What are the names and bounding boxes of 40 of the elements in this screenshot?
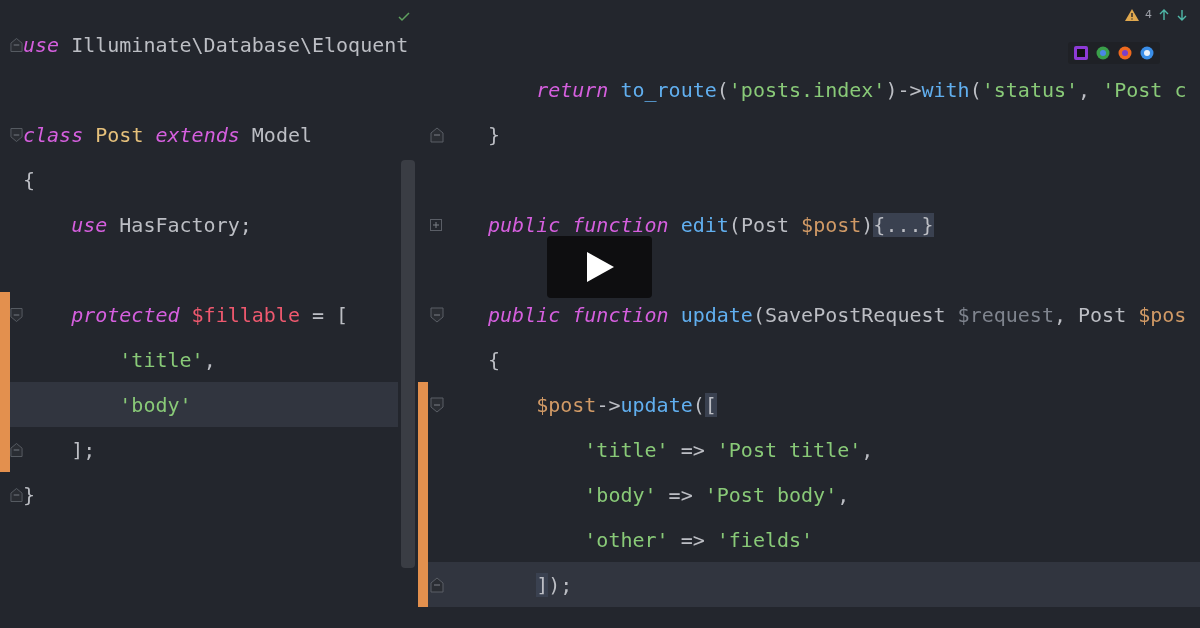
code-line: 'title' => 'Post title', — [583, 436, 874, 463]
app-icon[interactable] — [1074, 46, 1088, 60]
code-line: } — [23, 481, 36, 508]
code-line: use HasFactory; — [70, 211, 252, 238]
code-line: ]); — [535, 571, 573, 598]
code-line: { — [488, 346, 501, 373]
warning-icon[interactable] — [1125, 8, 1139, 21]
code-line: class Post extends Model — [23, 121, 312, 148]
code-line: 'title', — [118, 346, 216, 373]
check-icon — [398, 12, 410, 22]
fold-icon[interactable] — [430, 126, 444, 143]
fold-icon[interactable] — [10, 306, 23, 323]
browser-icon[interactable] — [1096, 46, 1110, 60]
play-button[interactable] — [547, 236, 652, 298]
fold-icon[interactable] — [430, 396, 444, 413]
fold-icon[interactable] — [10, 36, 23, 53]
play-icon — [584, 251, 615, 283]
code-line: 'other' => 'fields' — [583, 526, 814, 553]
code-line: public function update(SavePostRequest $request, Post $pos — [488, 301, 1187, 328]
code-line: 'body' => 'Post body', — [583, 481, 850, 508]
arrow-down-icon[interactable] — [1176, 8, 1188, 21]
compass-icon[interactable] — [1140, 46, 1154, 60]
fold-expand-icon[interactable] — [430, 218, 442, 231]
code-line: { — [23, 166, 36, 193]
warning-count: 4 — [1145, 8, 1152, 21]
code-line: 'body' — [118, 391, 192, 418]
code-line: } — [488, 121, 501, 148]
fold-icon[interactable] — [10, 441, 23, 458]
fold-icon[interactable] — [10, 486, 23, 503]
fold-icon[interactable] — [430, 306, 444, 323]
code-line: ]; — [70, 436, 96, 463]
browser-icon[interactable] — [1118, 46, 1132, 60]
code-line: protected $fillable = [ — [70, 301, 349, 328]
code-line: public function edit(Post $post){...} — [488, 211, 934, 238]
code-line: return to_route('posts.index')->with('status', 'Post c — [535, 76, 1187, 103]
arrow-up-icon[interactable] — [1158, 8, 1170, 21]
fold-icon[interactable] — [10, 126, 23, 143]
code-line: use Illuminate\Database\Eloquent — [23, 31, 409, 58]
code-line: $post->update([ — [535, 391, 717, 418]
fold-icon[interactable] — [430, 576, 444, 593]
